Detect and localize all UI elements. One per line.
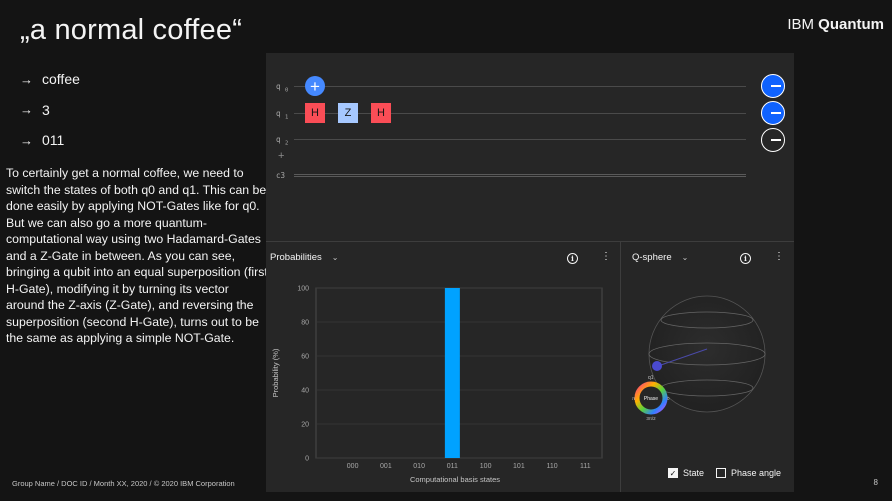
h-gate-q1-first[interactable]: H [305,103,325,123]
state-checkbox-label: State [683,468,705,478]
bullet-item: → coffee [20,64,80,95]
arrow-icon: → [20,102,33,118]
x-tick-label: 111 [580,463,591,470]
bullet-item: → 011 [20,125,80,156]
measure-icon-q2[interactable] [761,128,785,152]
measure-icon-q1[interactable] [761,101,785,125]
x-tick-label: 000 [347,463,359,470]
measure-bar [770,112,781,114]
probabilities-chart: 0 20 40 60 80 100 000 001 010 011 100 101 110 111 Pro… [271,286,603,484]
arrow-icon: → [20,132,33,148]
brand-name: Quantum [818,16,884,33]
bar-011[interactable] [444,288,460,458]
add-wire-icon[interactable]: + [278,150,284,162]
y-tick-label: 80 [301,320,309,327]
phase-label: Phase [644,396,658,402]
bullet-text: 3 [42,101,50,118]
wire-label-q0: q 0 [276,82,289,94]
wire-label-q1: q 1 [276,109,289,121]
arrow-icon: → [20,71,33,87]
slide-title: „a normal coffee“ [20,14,243,46]
phase-pi-label: π [632,396,635,401]
qubit-wire-q0 [294,86,746,87]
y-tick-label: 60 [301,354,309,361]
state-point [652,361,662,371]
x-tick-label: 001 [380,463,392,470]
qsphere-visualization[interactable]: q1 Phase π 0 3π/2 [620,242,794,492]
y-axis-label: Probability (%) [271,348,280,397]
phase-angle-checkbox-label: Phase angle [731,468,782,478]
y-tick-label: 0 [305,456,309,463]
z-gate-q1[interactable]: Z [338,103,358,123]
circuit-canvas[interactable]: q 0 q 1 q 2 + c3 + H Z H [266,53,794,241]
phase-angle-toggle[interactable]: Phase angle [716,468,781,478]
x-tick-label: 010 [413,463,425,470]
y-tick-label: 40 [301,388,309,395]
bullet-text: coffee [42,71,80,88]
state-checkbox[interactable]: ✓ [668,468,678,478]
phase-angle-checkbox[interactable] [716,468,726,478]
slide-footer: Group Name / DOC ID / Month XX, 2020 / ©… [12,479,235,488]
explanation-paragraph: To certainly get a normal coffee, we nee… [6,166,268,345]
classical-wire-c3 [294,174,746,177]
quantum-composer: q 0 q 1 q 2 + c3 + H Z H Probabilities ⌄ … [266,53,794,492]
wire-label-c3: c3 [276,171,286,180]
measure-bar [770,85,781,87]
y-tick-label: 20 [301,422,309,429]
wire-label-q2: q 2 [276,135,289,147]
y-tick-label: 100 [297,286,309,293]
bullet-item: → 3 [20,95,80,126]
x-axis-label: Computational basis states [410,475,500,484]
bullet-text: 011 [42,132,65,149]
state-label: q1 [648,375,654,381]
brand-prefix: IBM [787,16,814,33]
page-number: 8 [873,478,878,487]
x-tick-label: 100 [480,463,492,470]
bullet-list: → coffee → 3 → 011 [20,64,80,156]
qubit-wire-q2 [294,139,746,140]
x-tick-label: 101 [513,463,525,470]
qubit-wire-q1 [294,113,746,114]
measure-bar [770,139,781,141]
phase-3pi2-label: 3π/2 [646,416,656,421]
ibm-quantum-logo: IBM Quantum [787,16,884,33]
measure-icon-q0[interactable] [761,74,785,98]
not-gate-q0[interactable]: + [305,76,325,96]
state-toggle[interactable]: ✓ State [668,468,704,478]
h-gate-q1-second[interactable]: H [371,103,391,123]
x-tick-label: 110 [547,463,558,470]
x-tick-label: 011 [447,463,458,470]
